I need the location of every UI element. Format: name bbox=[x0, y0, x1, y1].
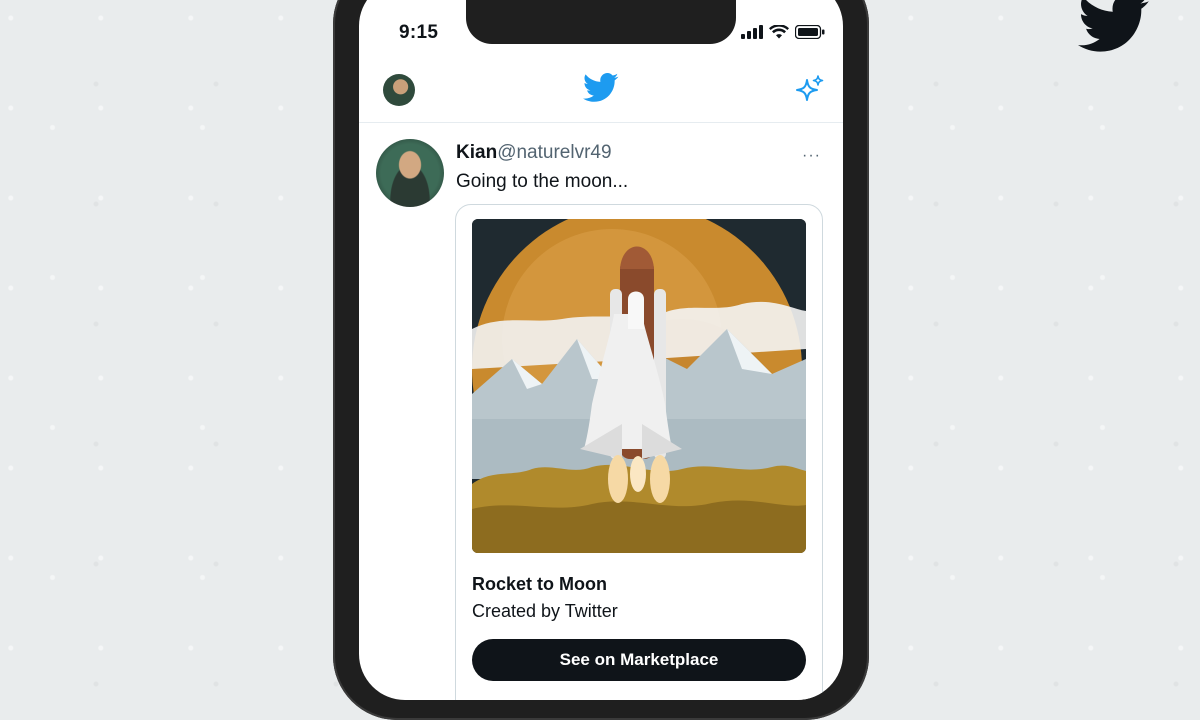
timeline-header bbox=[359, 70, 843, 122]
battery-icon bbox=[795, 25, 825, 39]
phone-screen: 9:15 Kian@naturelvr49 ··· Going to the m… bbox=[359, 0, 843, 700]
nft-creator: Created by Twitter bbox=[472, 601, 618, 621]
tweet[interactable]: Kian@naturelvr49 ··· Going to the moon..… bbox=[359, 123, 843, 700]
profile-avatar-button[interactable] bbox=[383, 74, 415, 106]
author-handle[interactable]: @naturelvr49 bbox=[497, 142, 611, 163]
nft-title: Rocket to Moon bbox=[472, 574, 607, 594]
signal-icon bbox=[741, 25, 763, 39]
phone-notch bbox=[466, 0, 736, 44]
tweet-text: Going to the moon... bbox=[456, 171, 629, 192]
twitter-bird-icon[interactable] bbox=[583, 72, 619, 104]
sparkle-icon[interactable] bbox=[793, 74, 825, 106]
author-name[interactable]: Kian bbox=[456, 142, 497, 163]
author-avatar[interactable] bbox=[376, 139, 444, 207]
tweet-author: Kian@naturelvr49 bbox=[456, 142, 612, 164]
nft-card[interactable]: Rocket to Moon Created by Twitter See on… bbox=[455, 204, 823, 700]
wifi-icon bbox=[769, 25, 789, 39]
more-icon[interactable]: ··· bbox=[802, 147, 821, 165]
status-time: 9:15 bbox=[399, 22, 439, 43]
nft-artwork[interactable] bbox=[472, 219, 806, 553]
status-icons bbox=[741, 25, 825, 39]
twitter-logo-icon bbox=[1077, 0, 1149, 52]
rocket-artwork-image bbox=[472, 219, 806, 553]
